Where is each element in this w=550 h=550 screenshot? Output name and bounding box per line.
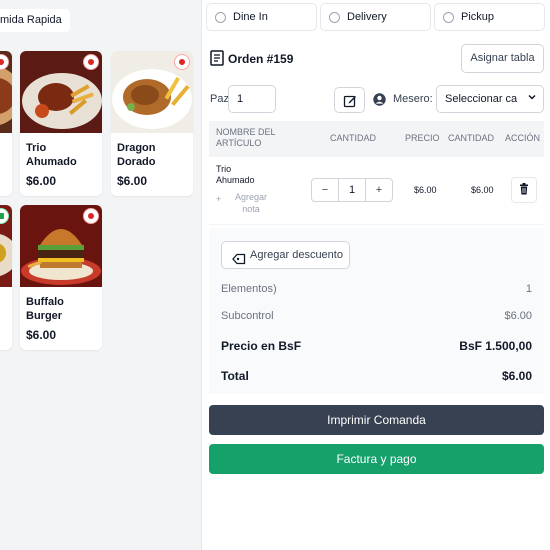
item-name: Trio Ahumado xyxy=(216,164,255,185)
category-chip[interactable]: mida Rapida xyxy=(0,9,70,32)
menu-card[interactable]: Dragon Dorado $6.00 xyxy=(111,51,193,196)
plus-icon: + xyxy=(216,194,222,204)
radio-icon[interactable] xyxy=(443,12,454,23)
item-name: Trio Ahumado xyxy=(26,142,77,168)
non-veg-icon xyxy=(83,54,99,70)
item-price: $6.00 xyxy=(26,174,57,188)
bill-payment-button[interactable]: Factura y pago xyxy=(209,444,544,474)
table-row: Trio Ahumado + Agregar nota − 1 + $6.00 … xyxy=(209,157,544,225)
waiter-select-value: Seleccionar ca xyxy=(445,93,518,105)
item-price: $6.00 xyxy=(414,185,437,195)
minus-button[interactable]: − xyxy=(312,179,338,201)
col-header-name: NOMBRE DEL ARTÍCULO xyxy=(216,127,276,148)
user-icon xyxy=(373,93,386,109)
order-summary: Agregar descuento Elementos) 1 Subcontro… xyxy=(209,228,544,394)
subtotal-value: $6.00 xyxy=(504,310,532,322)
assign-table-button[interactable]: Asignar tabla xyxy=(461,44,544,73)
order-type-delivery[interactable]: Delivery xyxy=(320,3,431,31)
quantity-value[interactable]: 1 xyxy=(338,179,366,201)
plus-button[interactable]: + xyxy=(366,179,392,201)
print-kot-button[interactable]: Imprimir Comanda xyxy=(209,405,544,435)
items-count-row: Elementos) 1 xyxy=(221,283,532,295)
total-value: $6.00 xyxy=(501,369,532,383)
receipt-icon xyxy=(210,49,224,69)
subtotal-row: Subcontrol $6.00 xyxy=(221,310,532,322)
total-row: Total $6.00 xyxy=(221,369,532,383)
radio-icon[interactable] xyxy=(329,12,340,23)
order-table-header: NOMBRE DEL ARTÍCULO CANTIDAD PRECIO CANT… xyxy=(209,121,544,157)
menu-card[interactable]: Buffalo Burger $6.00 xyxy=(20,205,102,350)
quantity-stepper[interactable]: − 1 + xyxy=(311,178,393,202)
bsf-price-value: BsF 1.500,00 xyxy=(459,339,532,353)
edit-icon xyxy=(343,94,357,111)
tag-icon xyxy=(232,249,246,275)
add-note-link[interactable]: + Agregar nota xyxy=(216,191,276,215)
items-count-value: 1 xyxy=(525,283,532,295)
item-price: $6.00 xyxy=(117,174,148,188)
order-type-label: Delivery xyxy=(347,11,387,23)
non-veg-icon xyxy=(83,208,99,224)
waiter-label: Mesero: xyxy=(393,93,433,105)
delete-button[interactable] xyxy=(511,177,537,203)
trash-icon xyxy=(519,183,529,197)
menu-card-partial[interactable] xyxy=(0,51,12,196)
add-note-label: Agregar nota xyxy=(234,192,268,214)
items-count-label: Elementos) xyxy=(221,283,277,295)
item-price: $6.00 xyxy=(26,328,57,342)
col-header-action: ACCIÓN xyxy=(505,133,541,143)
col-header-qty: CANTIDAD xyxy=(330,133,377,143)
total-label: Total xyxy=(221,369,249,383)
order-type-dine-in[interactable]: Dine In xyxy=(206,3,317,31)
pax-input[interactable]: 1 xyxy=(228,85,276,113)
edit-button[interactable] xyxy=(334,87,365,113)
bsf-price-label: Precio en BsF xyxy=(221,339,302,353)
waiter-select[interactable]: Seleccionar ca xyxy=(436,85,544,113)
menu-panel: mida Rapida Trio Ahumado $6.00 Dragon Do… xyxy=(0,0,202,550)
col-header-amount: CANTIDAD xyxy=(448,133,495,143)
order-panel: Dine In Delivery Pickup Orden #159 Asign… xyxy=(203,0,550,550)
item-amount: $6.00 xyxy=(471,185,494,195)
order-type-label: Pickup xyxy=(461,11,495,23)
non-veg-icon xyxy=(174,54,190,70)
item-name: Dragon Dorado xyxy=(117,142,156,168)
order-number: Orden #159 xyxy=(228,52,294,66)
chevron-down-icon xyxy=(525,86,537,112)
subtotal-label: Subcontrol xyxy=(221,310,274,322)
order-type-pickup[interactable]: Pickup xyxy=(434,3,545,31)
add-discount-button[interactable]: Agregar descuento xyxy=(221,241,350,269)
col-header-price: PRECIO xyxy=(405,133,440,143)
pax-label: Paz xyxy=(210,93,229,105)
item-name: Buffalo Burger xyxy=(26,296,64,322)
menu-card-partial[interactable] xyxy=(0,205,12,350)
radio-icon[interactable] xyxy=(215,12,226,23)
menu-card[interactable]: Trio Ahumado $6.00 xyxy=(20,51,102,196)
bsf-price-row: Precio en BsF BsF 1.500,00 xyxy=(221,339,532,353)
order-type-label: Dine In xyxy=(233,11,268,23)
order-title: Orden #159 xyxy=(210,49,294,69)
